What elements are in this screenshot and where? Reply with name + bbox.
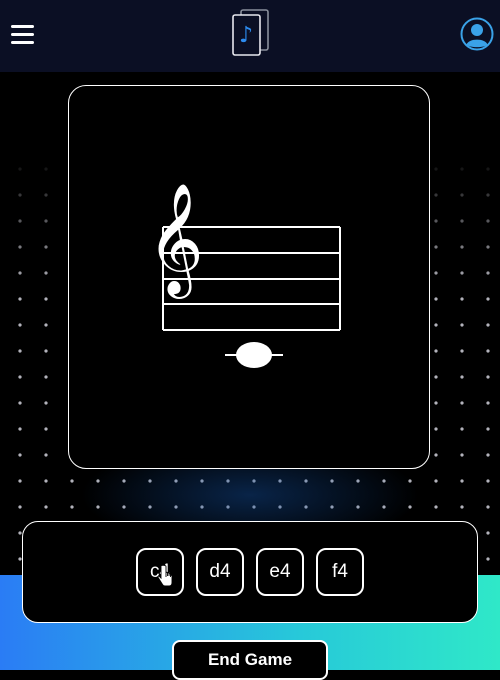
music-note-cards-icon[interactable]: ♪ bbox=[230, 9, 272, 57]
treble-clef-icon: 𝄞 bbox=[147, 182, 204, 299]
answer-button-d4[interactable]: d4 bbox=[196, 548, 244, 596]
user-avatar-icon[interactable] bbox=[460, 17, 494, 51]
answer-panel: c4 d4 e4 f4 bbox=[22, 521, 478, 623]
hamburger-menu-icon[interactable] bbox=[11, 25, 35, 45]
note-head bbox=[236, 342, 272, 368]
answer-button-e4[interactable]: e4 bbox=[256, 548, 304, 596]
end-game-button[interactable]: End Game bbox=[172, 640, 328, 680]
answer-button-f4[interactable]: f4 bbox=[316, 548, 364, 596]
staff-card: 𝄞 bbox=[68, 85, 430, 469]
svg-text:♪: ♪ bbox=[239, 23, 253, 48]
app-header: ♪ bbox=[0, 0, 500, 72]
answer-button-c4[interactable]: c4 bbox=[136, 548, 184, 596]
music-staff: 𝄞 bbox=[147, 182, 341, 368]
